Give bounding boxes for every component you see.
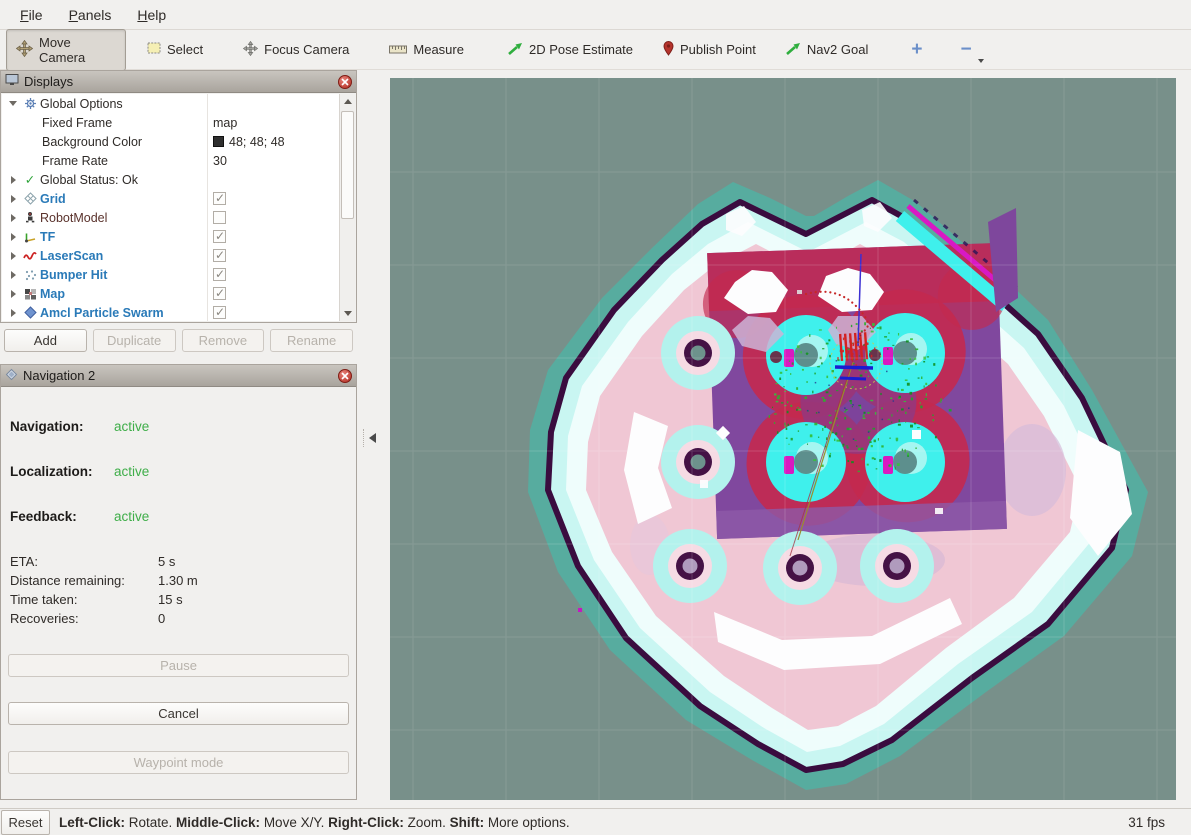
expander-closed-icon [11, 176, 16, 184]
costmap-render [390, 78, 1176, 800]
global-options-gear-icon [20, 97, 40, 110]
remove-display-button[interactable]: Remove [182, 329, 265, 352]
displays-scrollbar[interactable] [339, 94, 355, 321]
recoveries-value: 0 [158, 611, 165, 626]
reset-button[interactable]: Reset [1, 810, 50, 835]
menu-help[interactable]: Help [125, 3, 178, 27]
display-row-frame-rate[interactable]: Frame Rate 30 [2, 151, 355, 170]
3d-viewport[interactable] [390, 78, 1176, 800]
cancel-button[interactable]: Cancel [8, 702, 349, 725]
displays-icon [5, 74, 19, 89]
add-tool-button[interactable]: + [903, 39, 930, 61]
navigation2-panel-header[interactable]: Navigation 2 [1, 365, 356, 387]
robot-model-icon [20, 211, 40, 224]
displays-tree: Global Options Fixed Frame map Backgroun… [2, 94, 355, 321]
scroll-down-button[interactable] [340, 306, 355, 321]
scroll-up-button[interactable] [340, 94, 355, 109]
display-row-tf[interactable]: TF [2, 227, 355, 246]
navigation2-body: Navigation: active Localization: active … [2, 388, 355, 798]
feedback-status: active [114, 509, 149, 524]
duplicate-display-button[interactable]: Duplicate [93, 329, 176, 352]
tf-checkbox[interactable] [213, 230, 226, 243]
tool-move-camera[interactable]: Move Camera [6, 29, 126, 71]
move-camera-icon [16, 40, 33, 60]
robotmodel-checkbox[interactable] [213, 211, 226, 224]
fps-counter: 31 fps [1128, 815, 1165, 830]
panel-collapse-handle[interactable] [363, 425, 377, 451]
grid-checkbox[interactable] [213, 192, 226, 205]
tool-bar: Move Camera Select Focus Camera Measure … [0, 30, 1191, 70]
laserscan-checkbox[interactable] [213, 249, 226, 262]
add-display-button[interactable]: Add [4, 329, 87, 352]
displays-close-button[interactable] [338, 75, 352, 89]
menu-bar: File Panels Help [0, 0, 1191, 30]
waypoint-mode-button[interactable]: Waypoint mode [8, 751, 349, 774]
display-row-global-status[interactable]: ✓ Global Status: Ok [2, 170, 355, 189]
focus-camera-icon [243, 41, 258, 59]
menu-file[interactable]: File [8, 3, 55, 27]
publish-point-pin-icon [663, 41, 674, 59]
nav2-diamond-icon [5, 368, 18, 384]
navigation2-close-button[interactable] [338, 369, 352, 383]
tool-select[interactable]: Select [138, 37, 212, 62]
display-row-robotmodel[interactable]: RobotModel [2, 208, 355, 227]
tool-publish-point[interactable]: Publish Point [654, 36, 765, 64]
dropdown-arrow-icon [978, 59, 984, 63]
color-swatch [213, 136, 224, 147]
displays-panel: Displays Global Options Fixed Frame map … [0, 70, 357, 323]
tool-nav2-goal[interactable]: Nav2 Goal [777, 37, 877, 63]
scrollbar-thumb[interactable] [341, 111, 354, 219]
display-row-amcl-particle-swarm[interactable]: Amcl Particle Swarm [2, 303, 355, 322]
distance-remaining-value: 1.30 m [158, 573, 198, 588]
displays-button-row: Add Duplicate Remove Rename [0, 329, 357, 354]
pose-estimate-arrow-icon [508, 42, 523, 58]
collapse-left-icon [369, 433, 376, 443]
bumper-hit-checkbox[interactable] [213, 268, 226, 281]
amcl-diamond-icon [20, 306, 40, 319]
nav2-goal-arrow-icon [786, 42, 801, 58]
localization-status: active [114, 464, 149, 479]
measure-icon [389, 42, 407, 57]
map-checkbox[interactable] [213, 287, 226, 300]
display-row-global-options[interactable]: Global Options [2, 94, 355, 113]
pause-button[interactable]: Pause [8, 654, 349, 677]
display-row-laserscan[interactable]: LaserScan [2, 246, 355, 265]
amcl-checkbox[interactable] [213, 306, 226, 319]
time-taken-value: 15 s [158, 592, 183, 607]
display-row-grid[interactable]: Grid [2, 189, 355, 208]
grid-icon [20, 192, 40, 205]
displays-panel-header[interactable]: Displays [1, 71, 356, 93]
eta-value: 5 s [158, 554, 175, 569]
navigation2-panel: Navigation 2 Navigation: active Localiza… [0, 364, 357, 800]
background-color-value[interactable]: 48; 48; 48 [213, 135, 285, 149]
display-row-map[interactable]: Map [2, 284, 355, 303]
display-row-fixed-frame[interactable]: Fixed Frame map [2, 113, 355, 132]
tool-measure[interactable]: Measure [380, 37, 473, 62]
tool-focus-camera[interactable]: Focus Camera [234, 36, 358, 64]
laser-scan-icon [20, 250, 40, 262]
remove-tool-button[interactable]: − [952, 39, 979, 61]
mouse-help-text: Left-Click: Rotate. Middle-Click: Move X… [59, 815, 1128, 830]
frame-rate-value[interactable]: 30 [213, 154, 227, 168]
tf-axes-icon [20, 230, 40, 243]
map-icon [20, 288, 40, 300]
tool-2d-pose-estimate[interactable]: 2D Pose Estimate [499, 37, 642, 63]
expander-open-icon [9, 101, 17, 106]
display-row-background-color[interactable]: Background Color 48; 48; 48 [2, 132, 355, 151]
display-row-bumper-hit[interactable]: Bumper Hit [2, 265, 355, 284]
rename-display-button[interactable]: Rename [270, 329, 353, 352]
menu-panels[interactable]: Panels [57, 3, 124, 27]
status-ok-check-icon: ✓ [20, 172, 40, 187]
select-icon [147, 42, 161, 57]
navigation-status: active [114, 419, 149, 434]
fixed-frame-value[interactable]: map [213, 116, 237, 130]
status-bar: Reset Left-Click: Rotate. Middle-Click: … [0, 808, 1191, 835]
bumper-hit-dots-icon [20, 269, 40, 281]
